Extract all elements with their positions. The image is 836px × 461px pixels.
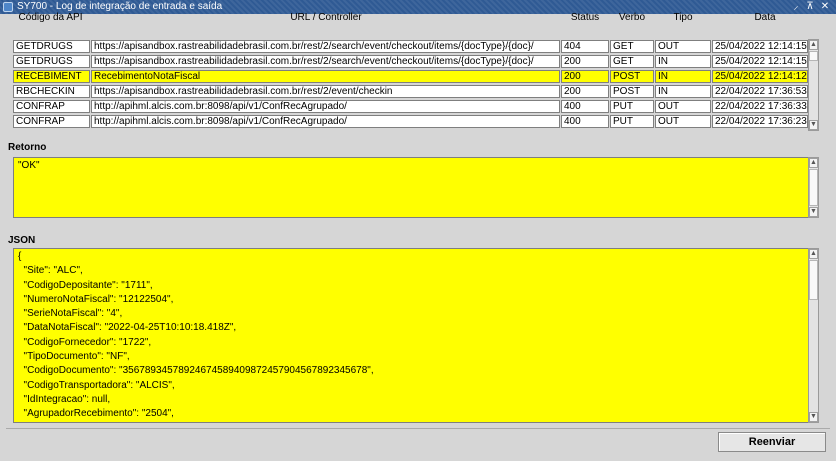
col-header-tipo: Tipo — [673, 12, 693, 23]
cell-verbo[interactable]: POST — [610, 70, 654, 83]
cell-verbo[interactable]: GET — [610, 55, 654, 68]
cell-data[interactable]: 25/04/2022 12:14:15 — [712, 40, 808, 53]
cell-tipo[interactable]: IN — [655, 55, 711, 68]
scroll-thumb[interactable] — [809, 169, 818, 206]
scroll-up-icon[interactable]: ▲ — [809, 158, 818, 168]
col-header-status: Status — [570, 12, 600, 23]
cell-url[interactable]: http://apihml.alcis.com.br:8098/api/v1/C… — [91, 100, 560, 113]
scroll-thumb[interactable] — [809, 51, 818, 61]
scroll-up-icon[interactable]: ▲ — [809, 249, 818, 259]
json-label: JSON — [8, 235, 36, 246]
cell-verbo[interactable]: PUT — [610, 100, 654, 113]
cell-codigo[interactable]: RECEBIMENT — [13, 70, 90, 83]
cell-status[interactable]: 400 — [561, 100, 609, 113]
close-icon[interactable]: ✕ — [819, 0, 831, 14]
cell-status[interactable]: 404 — [561, 40, 609, 53]
cell-url[interactable]: http://apihml.alcis.com.br:8098/api/v1/C… — [91, 115, 560, 128]
cell-data[interactable]: 25/04/2022 12:14:15 — [712, 55, 808, 68]
retorno-textarea[interactable]: "OK" — [13, 157, 809, 218]
scroll-thumb[interactable] — [809, 260, 818, 300]
retorno-label: Retorno — [8, 142, 47, 153]
cell-tipo[interactable]: OUT — [655, 40, 711, 53]
col-header-codigo: Código da API — [18, 12, 83, 23]
cell-status[interactable]: 200 — [561, 85, 609, 98]
cell-codigo[interactable]: CONFRAP — [13, 115, 90, 128]
scroll-down-icon[interactable]: ▼ — [809, 207, 818, 217]
grid-scrollbar[interactable]: ▲ ▼ — [808, 39, 819, 131]
cell-tipo[interactable]: OUT — [655, 100, 711, 113]
cell-url[interactable]: RecebimentoNotaFiscal — [91, 70, 560, 83]
cell-data[interactable]: 22/04/2022 17:36:33 — [712, 100, 808, 113]
cell-tipo[interactable]: IN — [655, 70, 711, 83]
cell-url[interactable]: https://apisandbox.rastreabilidadebrasil… — [91, 55, 560, 68]
cell-status[interactable]: 200 — [561, 55, 609, 68]
cell-status[interactable]: 400 — [561, 115, 609, 128]
scroll-up-icon[interactable]: ▲ — [809, 40, 818, 50]
cell-status[interactable]: 200 — [561, 70, 609, 83]
reenviar-button[interactable]: Reenviar — [718, 432, 826, 452]
cell-url[interactable]: https://apisandbox.rastreabilidadebrasil… — [91, 40, 560, 53]
json-textarea[interactable]: { "Site": "ALC", "CodigoDepositante": "1… — [13, 248, 809, 423]
app-icon — [3, 2, 13, 12]
col-header-data: Data — [754, 12, 776, 23]
cell-verbo[interactable]: GET — [610, 40, 654, 53]
cell-codigo[interactable]: GETDRUGS — [13, 55, 90, 68]
col-header-url: URL / Controller — [290, 12, 362, 23]
scroll-down-icon[interactable]: ▼ — [809, 120, 818, 130]
cell-data[interactable]: 25/04/2022 12:14:12 — [712, 70, 808, 83]
cell-url[interactable]: https://apisandbox.rastreabilidadebrasil… — [91, 85, 560, 98]
cell-tipo[interactable]: OUT — [655, 115, 711, 128]
divider — [6, 428, 830, 429]
scroll-down-icon[interactable]: ▼ — [809, 412, 818, 422]
cell-verbo[interactable]: PUT — [610, 115, 654, 128]
cell-tipo[interactable]: IN — [655, 85, 711, 98]
col-header-verbo: Verbo — [618, 12, 646, 23]
cell-codigo[interactable]: CONFRAP — [13, 100, 90, 113]
cell-data[interactable]: 22/04/2022 17:36:23 — [712, 115, 808, 128]
json-scrollbar[interactable]: ▲ ▼ — [808, 248, 819, 423]
cell-codigo[interactable]: GETDRUGS — [13, 40, 90, 53]
cell-codigo[interactable]: RBCHECKIN — [13, 85, 90, 98]
retorno-scrollbar[interactable]: ▲ ▼ — [808, 157, 819, 218]
cell-verbo[interactable]: POST — [610, 85, 654, 98]
cell-data[interactable]: 22/04/2022 17:36:53 — [712, 85, 808, 98]
